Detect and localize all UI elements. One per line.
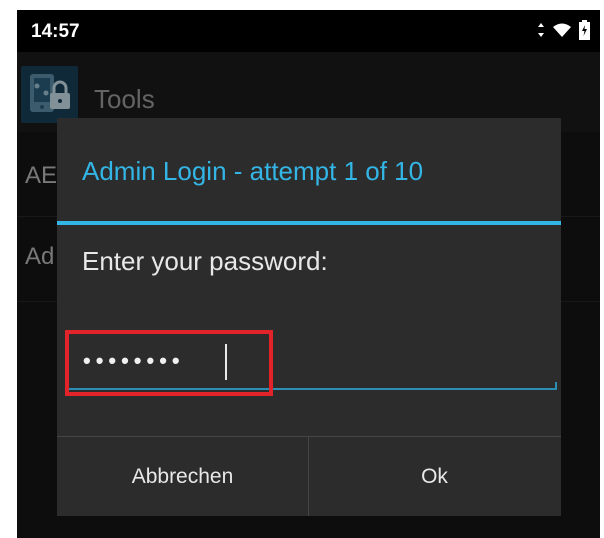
dialog-title: Admin Login - attempt 1 of 10 [82, 156, 424, 186]
device-screen: 14:57 5 Tools AE Ad Admin Login - attemp… [17, 10, 600, 538]
dialog-message: Enter your password: [82, 246, 328, 276]
title-divider [57, 221, 561, 225]
status-time: 14:57 [31, 21, 80, 42]
cancel-button[interactable]: Abbrechen [57, 437, 308, 516]
status-icons: 5 [537, 20, 590, 45]
ok-button[interactable]: Ok [309, 437, 560, 516]
admin-login-dialog: Admin Login - attempt 1 of 10 Enter your… [57, 118, 561, 516]
svg-text:5: 5 [566, 31, 570, 38]
highlight-box [65, 330, 273, 396]
battery-icon [579, 20, 590, 45]
status-bar: 14:57 5 [17, 10, 600, 52]
wifi-icon: 5 [552, 22, 572, 43]
data-transfer-icon [537, 22, 545, 43]
input-underline-corner [555, 382, 557, 390]
